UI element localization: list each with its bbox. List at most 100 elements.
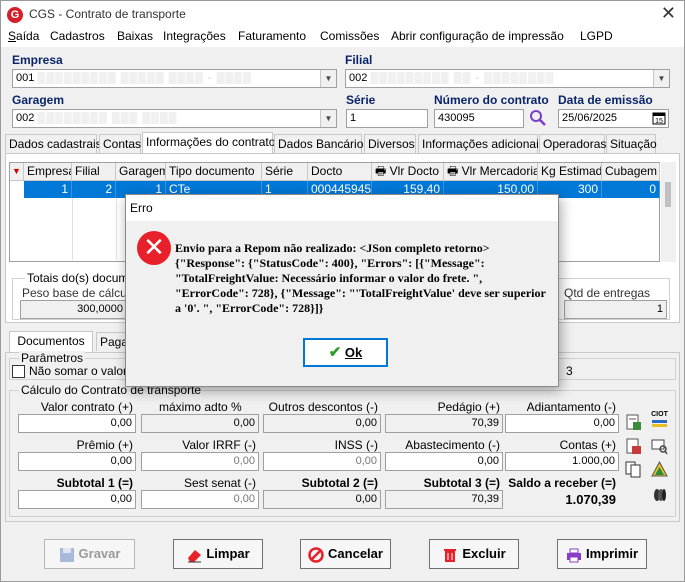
tab-operadoras[interactable]: Operadoras bbox=[539, 134, 606, 153]
menu-integracoes[interactable]: Integrações bbox=[163, 29, 226, 43]
subtotal2-label: Subtotal 2 (=) bbox=[301, 476, 378, 490]
serie-label: Série bbox=[346, 93, 376, 107]
search-icon[interactable] bbox=[529, 109, 547, 127]
tab-informacoes-adicionais[interactable]: Informações adicionais bbox=[418, 134, 545, 153]
inss-input[interactable]: 0,00 bbox=[263, 452, 381, 471]
contas-label: Contas (+) bbox=[559, 438, 616, 452]
ok-button[interactable]: ✔ Ok bbox=[303, 338, 388, 367]
menu-saida[interactable]: Saída bbox=[8, 29, 39, 43]
error-icon: ✕ bbox=[137, 231, 171, 265]
gravar-button[interactable]: Gravar bbox=[44, 539, 135, 569]
window-title: CGS - Contrato de transporte bbox=[29, 7, 186, 21]
empresa-label: Empresa bbox=[12, 53, 63, 67]
parametros-right-value: 3 bbox=[566, 364, 573, 378]
empresa-select[interactable]: 001 ▒▒▒▒▒▒▒▒▒ ▒▒▒▒▒ ▒▒▒▒ - ▒▒▒▒ ▼ bbox=[12, 69, 337, 88]
imprimir-button[interactable]: Imprimir bbox=[557, 539, 647, 569]
grid-line bbox=[72, 198, 73, 260]
chevron-down-icon[interactable]: ▼ bbox=[320, 70, 336, 87]
filial-select[interactable]: 002 ▒▒▒▒▒▒▒▒▒ ▒▒ - ▒▒▒▒▒▒▒▒ ▼ bbox=[345, 69, 670, 88]
sort-arrow-icon[interactable]: ▼ bbox=[10, 163, 24, 181]
document-calc-icon[interactable] bbox=[625, 414, 642, 431]
qtd-entregas-field: 1 bbox=[564, 300, 667, 319]
col-header[interactable]: Cubagem bbox=[602, 163, 660, 181]
numero-contrato-input[interactable]: 430095 bbox=[434, 109, 524, 128]
adiantamento-label: Adiantamento (-) bbox=[526, 400, 616, 414]
nao-somar-checkbox[interactable] bbox=[12, 365, 25, 378]
col-header[interactable]: Tipo documento bbox=[166, 163, 262, 181]
menu-lgpd[interactable]: LGPD bbox=[580, 29, 613, 43]
grid-cell[interactable]: 0 bbox=[602, 181, 660, 198]
tab-informacoes-contrato[interactable]: Informações do contrato bbox=[142, 132, 275, 153]
close-icon[interactable]: ✕ bbox=[661, 3, 676, 24]
menu-bar: Saída Cadastros Baixas Integrações Fatur… bbox=[1, 28, 684, 47]
numero-contrato-label: Número do contrato bbox=[434, 93, 549, 107]
col-header[interactable]: Kg Estimado bbox=[538, 163, 602, 181]
title-bar: G CGS - Contrato de transporte ✕ bbox=[1, 1, 684, 28]
cancel-icon bbox=[308, 546, 324, 563]
col-header[interactable]: 🖶 Vlr Docto bbox=[372, 163, 444, 181]
garagem-label: Garagem bbox=[12, 93, 65, 107]
pedagio-field: 70,39 bbox=[385, 414, 503, 433]
col-header[interactable]: 🖶 Vlr Mercadoria bbox=[444, 163, 538, 181]
col-header[interactable]: Garagem bbox=[116, 163, 166, 181]
limpar-button[interactable]: Limpar bbox=[173, 539, 263, 569]
valor-contrato-input[interactable]: 0,00 bbox=[18, 414, 136, 433]
trash-icon bbox=[444, 548, 457, 562]
chevron-down-icon[interactable]: ▼ bbox=[320, 110, 336, 127]
check-icon: ✔ bbox=[328, 344, 342, 361]
adiantamento-input[interactable]: 0,00 bbox=[505, 414, 619, 433]
monitor-search-icon[interactable] bbox=[651, 438, 668, 455]
serie-input[interactable]: 1 bbox=[346, 109, 428, 128]
col-header[interactable]: Filial bbox=[72, 163, 116, 181]
parametros-label: Parâmetros bbox=[19, 351, 86, 365]
maximo-adto-label: máximo adto % bbox=[159, 400, 242, 414]
document-edit-icon[interactable] bbox=[625, 438, 642, 455]
col-header[interactable]: Empresa bbox=[24, 163, 72, 181]
menu-cadastros[interactable]: Cadastros bbox=[50, 29, 105, 43]
contas-input[interactable]: 1.000,00 bbox=[505, 452, 619, 471]
col-header[interactable]: Série bbox=[262, 163, 308, 181]
copy-documents-icon[interactable] bbox=[625, 461, 642, 478]
coins-icon[interactable] bbox=[651, 486, 668, 503]
triangle-chart-icon[interactable] bbox=[651, 460, 668, 478]
excluir-button[interactable]: Excluir bbox=[429, 539, 519, 569]
col-header[interactable]: Docto bbox=[308, 163, 372, 181]
filial-label: Filial bbox=[345, 53, 373, 67]
chevron-down-icon[interactable]: ▼ bbox=[653, 70, 669, 87]
tab-dados-cadastrais[interactable]: Dados cadastrais bbox=[5, 134, 102, 153]
abastecimento-input[interactable]: 0,00 bbox=[385, 452, 503, 471]
grid-cell[interactable]: 1 bbox=[24, 181, 72, 198]
grid-cell[interactable]: 2 bbox=[72, 181, 116, 198]
grid-scrollbar[interactable] bbox=[661, 162, 676, 262]
calendar-icon[interactable]: 15 bbox=[650, 110, 668, 127]
subtotal1-field: 0,00 bbox=[18, 490, 136, 509]
inss-label: INSS (-) bbox=[334, 438, 378, 452]
tab-diversos[interactable]: Diversos bbox=[364, 134, 416, 153]
maximo-adto-field: 0,00 bbox=[141, 414, 259, 433]
menu-abrir-config[interactable]: Abrir configuração de impressão bbox=[391, 29, 564, 43]
tab-dados-bancarios[interactable]: Dados Bancários bbox=[274, 134, 369, 153]
premio-input[interactable]: 0,00 bbox=[18, 452, 136, 471]
cancelar-button[interactable]: Cancelar bbox=[300, 539, 391, 569]
outros-descontos-label: Outros descontos (-) bbox=[268, 400, 378, 414]
printer-icon: 🖶 bbox=[375, 164, 387, 178]
saldo-receber-value: 1.070,39 bbox=[565, 492, 616, 507]
error-dialog: Erro ✕ Envio para a Repom não realizado:… bbox=[125, 194, 559, 387]
subtotal3-field: 70,39 bbox=[385, 490, 503, 509]
outros-descontos-field: 0,00 bbox=[263, 414, 381, 433]
menu-baixas[interactable]: Baixas bbox=[117, 29, 153, 43]
tab-pagamento[interactable]: Paga bbox=[96, 332, 128, 351]
garagem-select[interactable]: 002 ▒▒▒▒▒▒▒▒ ▒▒▒ ▒▒▒▒ ▼ bbox=[12, 109, 337, 128]
tab-documentos[interactable]: Documentos bbox=[9, 331, 93, 352]
tab-contas[interactable]: Contas bbox=[99, 134, 141, 153]
menu-faturamento[interactable]: Faturamento bbox=[238, 29, 306, 43]
data-emissao-input[interactable]: 25/06/2025 15 bbox=[558, 109, 669, 128]
menu-comissoes[interactable]: Comissões bbox=[320, 29, 379, 43]
subtotal3-label: Subtotal 3 (=) bbox=[423, 476, 500, 490]
ciot-icon[interactable]: CIOT bbox=[651, 411, 668, 428]
tab-situacao[interactable]: Situação bbox=[606, 134, 657, 153]
sest-senat-input[interactable]: 0,00 bbox=[141, 490, 259, 509]
pedagio-label: Pedágio (+) bbox=[437, 400, 500, 414]
premio-label: Prêmio (+) bbox=[76, 438, 133, 452]
irrf-input[interactable]: 0,00 bbox=[141, 452, 259, 471]
